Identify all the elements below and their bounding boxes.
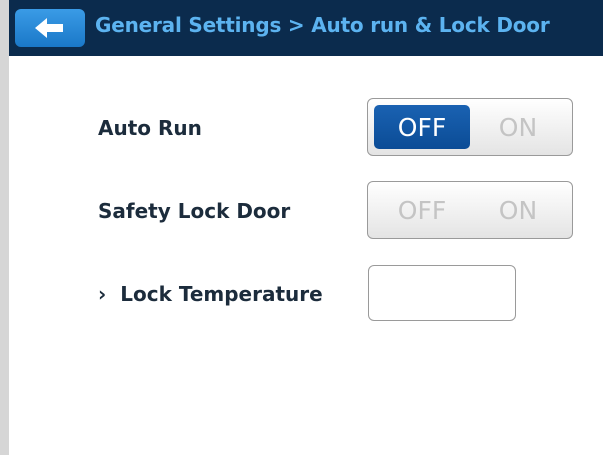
auto-run-toggle[interactable]: OFF ON <box>367 98 573 156</box>
safety-lock-door-label: Safety Lock Door <box>98 199 291 223</box>
lock-temperature-input[interactable] <box>368 265 516 321</box>
chevron-right-icon: › <box>98 282 107 306</box>
safety-lock-door-off-button[interactable]: OFF <box>374 188 470 232</box>
lock-temperature-label: Lock Temperature <box>120 282 323 306</box>
safety-lock-door-on-button[interactable]: ON <box>470 188 566 232</box>
auto-run-off-button[interactable]: OFF <box>374 105 470 149</box>
header-bar: General Settings > Auto run & Lock Door <box>9 0 603 56</box>
lock-temperature-row: › Lock Temperature <box>98 282 323 306</box>
auto-run-on-button[interactable]: ON <box>470 105 566 149</box>
page-title: General Settings > Auto run & Lock Door <box>95 13 550 37</box>
settings-screen: General Settings > Auto run & Lock Door … <box>0 0 603 455</box>
safety-lock-door-toggle[interactable]: OFF ON <box>367 181 573 239</box>
back-button[interactable] <box>15 9 85 47</box>
left-edge <box>0 0 9 455</box>
auto-run-label: Auto Run <box>98 116 202 140</box>
arrow-left-icon <box>35 18 63 38</box>
